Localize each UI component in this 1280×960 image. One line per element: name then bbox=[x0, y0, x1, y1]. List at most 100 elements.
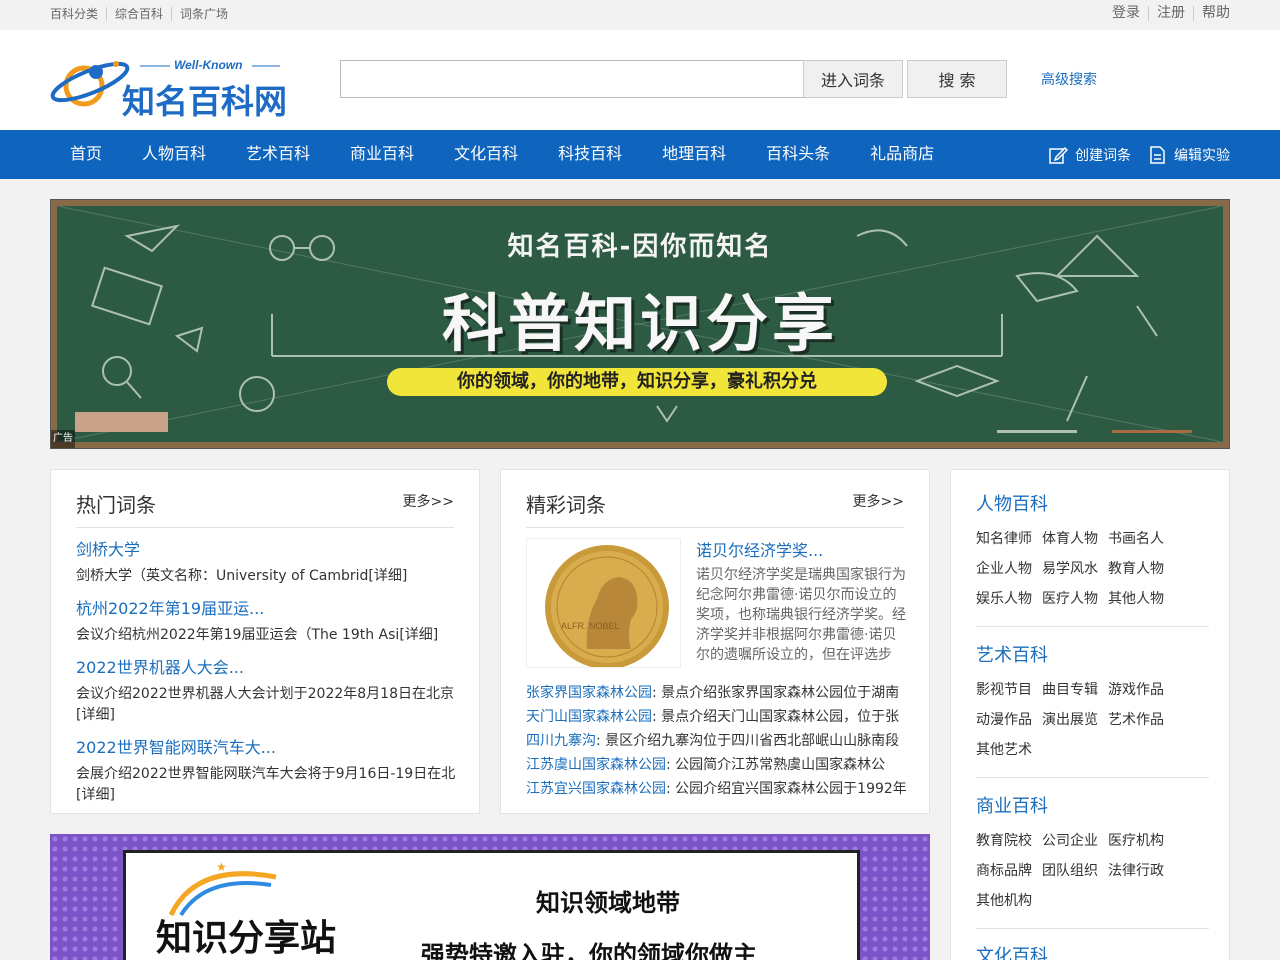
sidebar-tag[interactable]: 其他机构 bbox=[976, 886, 1042, 916]
sidebar-tag[interactable]: 动漫作品 bbox=[976, 705, 1042, 735]
featured-link[interactable]: 张家界国家森林公园 bbox=[526, 685, 652, 701]
sidebar-section-culture: 文化百科 bbox=[976, 944, 1209, 960]
sidebar-tag[interactable]: 知名律师 bbox=[976, 524, 1042, 554]
nav-item-tech[interactable]: 科技百科 bbox=[538, 130, 642, 179]
join-banner-line2: 强势特邀入驻，你的领域你做主 bbox=[421, 941, 757, 960]
sidebar-tag[interactable]: 医疗机构 bbox=[1108, 826, 1174, 856]
top-link-general[interactable]: 综合百科 bbox=[106, 7, 171, 21]
featured-entries-header: 精彩词条 更多>> bbox=[526, 470, 904, 528]
hero-banner[interactable]: 知名百科-因你而知名 科普知识分享 你的领域，你的地带，知识分享，豪礼积分兑 广… bbox=[50, 199, 1230, 449]
nav-item-culture[interactable]: 文化百科 bbox=[434, 130, 538, 179]
featured-text: : 景点介绍天门山国家森林公园，位于张 bbox=[652, 709, 900, 725]
sidebar-title-business[interactable]: 商业百科 bbox=[976, 794, 1209, 820]
hot-entry-desc: 会议介绍2022世界机器人大会计划于2022年8月18日在北京[详细] bbox=[76, 686, 454, 723]
enter-entry-button[interactable]: 进入词条 bbox=[803, 60, 903, 98]
banner-title: 知名百科-因你而知名 bbox=[507, 232, 773, 262]
svg-text:★: ★ bbox=[216, 860, 227, 874]
featured-link[interactable]: 天门山国家森林公园 bbox=[526, 709, 652, 725]
nobel-medal-image[interactable]: ALFR. NOBEL bbox=[526, 538, 681, 668]
sidebar-divider bbox=[976, 928, 1209, 929]
help-link[interactable]: 帮助 bbox=[1193, 6, 1230, 21]
arc-logo-icon: ★ bbox=[168, 860, 277, 917]
sidebar-tag[interactable]: 医疗人物 bbox=[1042, 584, 1108, 614]
join-banner-left-text: 知识分享站 bbox=[156, 918, 337, 959]
sidebar-tag[interactable]: 书画名人 bbox=[1108, 524, 1174, 554]
featured-text: : 公园简介江苏常熟虞山国家森林公 bbox=[666, 757, 886, 773]
logo-chinese: 知名百科网 bbox=[122, 82, 287, 121]
nav-item-geo[interactable]: 地理百科 bbox=[642, 130, 746, 179]
top-link-category[interactable]: 百科分类 bbox=[50, 7, 106, 21]
featured-text: : 景点介绍张家界国家森林公园位于湖南 bbox=[652, 685, 900, 701]
sidebar-tag[interactable]: 教育人物 bbox=[1108, 554, 1174, 584]
hot-entry-title[interactable]: 2022世界机器人大会... bbox=[76, 656, 456, 680]
sidebar-title-culture[interactable]: 文化百科 bbox=[976, 944, 1209, 960]
sidebar-tag[interactable]: 易学风水 bbox=[1042, 554, 1108, 584]
hot-entry-title[interactable]: 剑桥大学 bbox=[76, 538, 456, 562]
site-logo[interactable]: Well-Known 知名百科网 bbox=[50, 48, 302, 121]
featured-entries-panel: 精彩词条 更多>> ALFR. NOBEL 诺贝尔经济学奖... 诺贝尔经济学奖… bbox=[500, 469, 930, 814]
sidebar-tag[interactable]: 演出展览 bbox=[1042, 705, 1108, 735]
create-entry-label: 创建词条 bbox=[1075, 147, 1131, 164]
sidebar-tag[interactable]: 体育人物 bbox=[1042, 524, 1108, 554]
register-link[interactable]: 注册 bbox=[1148, 6, 1193, 21]
hot-entry-desc: 会展介绍2022世界智能网联汽车大会将于9月16日-19日在北[详细] bbox=[76, 766, 456, 803]
featured-link[interactable]: 江苏虞山国家森林公园 bbox=[526, 757, 666, 773]
create-entry-button[interactable]: 创建词条 bbox=[1048, 145, 1131, 165]
sidebar-tag[interactable]: 影视节目 bbox=[976, 675, 1042, 705]
hot-entry-title[interactable]: 杭州2022年第19届亚运... bbox=[76, 597, 456, 621]
nav-item-business[interactable]: 商业百科 bbox=[330, 130, 434, 179]
sidebar-title-art[interactable]: 艺术百科 bbox=[976, 643, 1209, 669]
nav-item-headlines[interactable]: 百科头条 bbox=[746, 130, 850, 179]
nav-item-art[interactable]: 艺术百科 bbox=[226, 130, 330, 179]
featured-link[interactable]: 四川九寨沟 bbox=[526, 733, 596, 749]
list-item: 天门山国家森林公园: 景点介绍天门山国家森林公园，位于张 bbox=[526, 705, 906, 729]
top-link-square[interactable]: 词条广场 bbox=[171, 7, 236, 21]
list-item: 江苏虞山国家森林公园: 公园简介江苏常熟虞山国家森林公 bbox=[526, 753, 906, 777]
search-input[interactable] bbox=[340, 60, 805, 98]
sidebar-divider bbox=[976, 626, 1209, 627]
advanced-search-link[interactable]: 高级搜索 bbox=[1041, 69, 1097, 89]
sidebar-tag[interactable]: 法律行政 bbox=[1108, 856, 1174, 886]
top-bar: 百科分类 综合百科 词条广场 登录 注册 帮助 bbox=[0, 0, 1280, 30]
sidebar-tag[interactable]: 游戏作品 bbox=[1108, 675, 1174, 705]
document-icon bbox=[1150, 145, 1165, 164]
sidebar-tag[interactable]: 商标品牌 bbox=[976, 856, 1042, 886]
featured-entries-title: 精彩词条 bbox=[526, 493, 606, 517]
sidebar-tag[interactable]: 企业人物 bbox=[976, 554, 1042, 584]
featured-main-desc: 诺贝尔经济学奖是瑞典国家银行为纪念阿尔弗雷德·诺贝尔而设立的奖项，也称瑞典银行经… bbox=[696, 567, 906, 663]
chalk-stick-orange bbox=[1112, 430, 1192, 433]
nav-item-home[interactable]: 首页 bbox=[50, 130, 122, 179]
sidebar-tag[interactable]: 教育院校 bbox=[976, 826, 1042, 856]
list-item: 2022世界智能网联汽车大... 会展介绍2022世界智能网联汽车大会将于9月1… bbox=[76, 736, 456, 806]
featured-main-title[interactable]: 诺贝尔经济学奖... bbox=[696, 537, 823, 561]
sidebar-tag[interactable]: 娱乐人物 bbox=[976, 584, 1042, 614]
sidebar-divider bbox=[976, 777, 1209, 778]
hot-entries-list: 剑桥大学 剑桥大学（英文名称：University of Cambrid[详细]… bbox=[76, 538, 456, 816]
hot-entries-panel: 热门词条 更多>> 剑桥大学 剑桥大学（英文名称：University of C… bbox=[50, 469, 480, 814]
sidebar-title-people[interactable]: 人物百科 bbox=[976, 492, 1209, 518]
login-link[interactable]: 登录 bbox=[1104, 6, 1148, 21]
sidebar-tag[interactable]: 其他人物 bbox=[1108, 584, 1174, 614]
join-banner[interactable]: ★ 知识分享站 知识领域地带 强势特邀入驻，你的领域你做主 bbox=[50, 834, 930, 960]
sidebar-tag[interactable]: 团队组织 bbox=[1042, 856, 1108, 886]
list-item: 2022世界机器人大会... 会议介绍2022世界机器人大会计划于2022年8月… bbox=[76, 656, 456, 726]
edit-lab-label: 编辑实验 bbox=[1174, 147, 1230, 164]
sidebar-section-people: 人物百科 知名律师 体育人物 书画名人 企业人物 易学风水 教育人物 娱乐人物 … bbox=[976, 492, 1209, 614]
featured-link[interactable]: 江苏宜兴国家森林公园 bbox=[526, 781, 666, 797]
search-button[interactable]: 搜 索 bbox=[907, 60, 1007, 98]
sidebar-tag[interactable]: 公司企业 bbox=[1042, 826, 1108, 856]
list-item: 杭州2022年第19届亚运... 会议介绍杭州2022年第19届亚运会（The … bbox=[76, 597, 456, 646]
nav-item-people[interactable]: 人物百科 bbox=[122, 130, 226, 179]
sidebar-tag[interactable]: 艺术作品 bbox=[1108, 705, 1174, 735]
sidebar-tag[interactable]: 曲目专辑 bbox=[1042, 675, 1108, 705]
hot-entry-title[interactable]: 2022世界智能网联汽车大... bbox=[76, 736, 456, 760]
list-item: 四川九寨沟: 景区介绍九寨沟位于四川省西北部岷山山脉南段 bbox=[526, 729, 906, 753]
orbit-logo-icon bbox=[50, 61, 130, 107]
edit-lab-button[interactable]: 编辑实验 bbox=[1147, 145, 1230, 165]
hot-more-link[interactable]: 更多>> bbox=[403, 491, 454, 511]
sidebar-tag[interactable]: 其他艺术 bbox=[976, 735, 1042, 765]
nav-item-gift-shop[interactable]: 礼品商店 bbox=[850, 130, 954, 179]
top-left-links: 百科分类 综合百科 词条广场 bbox=[50, 7, 236, 21]
featured-more-link[interactable]: 更多>> bbox=[853, 491, 904, 511]
banner-headline: 科普知识分享 bbox=[441, 287, 838, 360]
